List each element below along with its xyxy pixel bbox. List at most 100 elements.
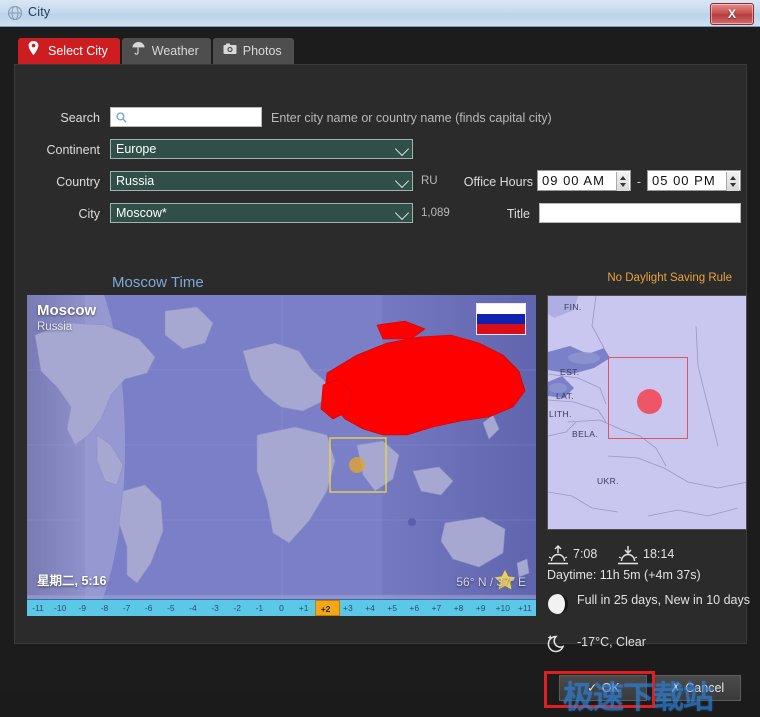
sunrise-icon [547, 545, 569, 565]
sunset-icon [617, 545, 639, 565]
timezone-cell-plus7[interactable]: +7 [425, 600, 447, 616]
country-value: Russia [116, 174, 154, 188]
title-input[interactable] [539, 203, 741, 223]
tab-select-city[interactable]: Select City [18, 38, 120, 65]
office-hours-start-value: 09 00 AM [542, 173, 605, 188]
minimap-label: FIN. [564, 302, 582, 312]
city-label: City [25, 207, 100, 221]
timezone-cell-plus6[interactable]: +6 [403, 600, 425, 616]
sunset-time: 18:14 [643, 547, 674, 561]
map-city-name: Moscow [37, 302, 96, 319]
world-map-graphic [27, 295, 536, 616]
select-city-panel: Search Enter city name or country name (… [14, 64, 747, 644]
sun-times-row: 7:08 18:14 [547, 543, 752, 569]
dialog-client-area: Select City Weather Photos Search [0, 27, 760, 690]
continent-value: Europe [116, 142, 156, 156]
cancel-button[interactable]: ✗ Cancel [653, 675, 741, 701]
world-map[interactable]: Moscow Russia 星期二, 5:16 56° N / 37° E -1… [27, 295, 536, 616]
timezone-cell-plus10[interactable]: +10 [492, 600, 514, 616]
office-hours-end-value: 05 00 PM [652, 173, 716, 188]
timezone-cell-minus9[interactable]: -9 [71, 600, 93, 616]
check-icon: ✓ [586, 676, 598, 700]
ok-label: OK [602, 681, 620, 695]
title-label: Title [470, 207, 530, 221]
weather-text: -17°C, Clear [577, 635, 646, 649]
ok-button[interactable]: ✓ OK [559, 675, 647, 701]
chevron-down-icon [395, 174, 409, 188]
tab-label: Weather [152, 44, 199, 58]
chevron-down-icon [395, 206, 409, 220]
region-minimap[interactable]: FIN. EST. LAT. LITH. BELA. UKR. [547, 295, 747, 530]
timezone-cell-plus1[interactable]: +1 [293, 600, 315, 616]
timezone-cell-minus5[interactable]: -5 [160, 600, 182, 616]
timezone-cell-minus2[interactable]: -2 [226, 600, 248, 616]
timezone-cell-plus9[interactable]: +9 [470, 600, 492, 616]
office-hours-end-input[interactable]: 05 00 PM [647, 170, 741, 191]
moon-phase-text: Full in 25 days, New in 10 days [577, 593, 752, 608]
timezone-cell-minus1[interactable]: -1 [248, 600, 270, 616]
timezone-cell-0[interactable]: 0 [270, 600, 292, 616]
timezone-cell-minus4[interactable]: -4 [182, 600, 204, 616]
city-select[interactable]: Moscow* [110, 203, 413, 223]
country-select[interactable]: Russia [110, 171, 413, 191]
country-code: RU [421, 175, 438, 187]
office-hours-separator: - [634, 175, 644, 189]
tab-weather[interactable]: Weather [122, 38, 211, 65]
office-hours-start-stepper[interactable] [616, 172, 629, 191]
close-button[interactable]: X [710, 3, 754, 25]
clear-night-icon [547, 633, 569, 655]
search-hint: Enter city name or country name (finds c… [271, 111, 552, 125]
map-local-time: 星期二, 5:16 [37, 570, 106, 589]
daytime-duration: Daytime: 11h 5m (+4m 37s) [547, 568, 701, 582]
office-hours-label: Office Hours [447, 175, 533, 189]
tab-bar: Select City Weather Photos [18, 38, 296, 65]
timezone-bar[interactable]: -11-10-9-8-7-6-5-4-3-2-10+1+2+3+4+5+6+7+… [27, 599, 536, 616]
city-value: Moscow* [116, 206, 167, 220]
sunrise-time: 7:08 [573, 547, 597, 561]
country-label: Country [25, 175, 100, 189]
window-title: City [28, 5, 50, 19]
map-coordinates: 56° N / 37° E [456, 575, 526, 589]
continent-label: Continent [25, 143, 100, 157]
continent-select[interactable]: Europe [110, 139, 413, 159]
moon-phase-icon [547, 593, 569, 615]
timezone-cell-minus8[interactable]: -8 [93, 600, 115, 616]
office-hours-end-stepper[interactable] [726, 172, 739, 191]
timezone-cell-minus10[interactable]: -10 [49, 600, 71, 616]
chevron-down-icon [395, 142, 409, 156]
globe-icon [7, 5, 23, 21]
cancel-label: Cancel [685, 681, 724, 695]
search-label: Search [25, 111, 100, 125]
timezone-cell-minus6[interactable]: -6 [138, 600, 160, 616]
city-count: 1,089 [421, 207, 450, 219]
city-dialog-window: City X Select City Weather Photos [0, 0, 760, 690]
map-country-name: Russia [37, 321, 72, 333]
x-icon: ✗ [670, 676, 682, 700]
minimap-label: LAT. [556, 391, 574, 401]
tab-photos[interactable]: Photos [213, 38, 294, 65]
minimap-city-marker [637, 389, 662, 414]
timezone-cell-minus11[interactable]: -11 [27, 600, 49, 616]
umbrella-icon [132, 38, 147, 65]
dst-note: No Daylight Saving Rule [607, 272, 732, 284]
camera-icon [223, 38, 238, 65]
search-input[interactable] [110, 107, 262, 127]
russia-flag [476, 303, 526, 335]
timezone-cell-plus11[interactable]: +11 [514, 600, 536, 616]
search-icon [116, 112, 127, 123]
minimap-label: UKR. [597, 476, 619, 486]
title-bar: City X [0, 0, 760, 27]
minimap-label: LITH. [549, 409, 572, 419]
close-icon: X [711, 4, 753, 24]
timezone-cell-plus4[interactable]: +4 [359, 600, 381, 616]
timezone-cell-minus7[interactable]: -7 [116, 600, 138, 616]
map-pin-icon [28, 38, 43, 65]
timezone-cell-plus5[interactable]: +5 [381, 600, 403, 616]
tab-label: Photos [243, 44, 282, 58]
timezone-cell-plus3[interactable]: +3 [337, 600, 359, 616]
timezone-cell-minus3[interactable]: -3 [204, 600, 226, 616]
tab-label: Select City [48, 44, 108, 58]
minimap-label: BELA. [572, 429, 598, 439]
timezone-cell-plus8[interactable]: +8 [447, 600, 469, 616]
office-hours-start-input[interactable]: 09 00 AM [537, 170, 631, 191]
